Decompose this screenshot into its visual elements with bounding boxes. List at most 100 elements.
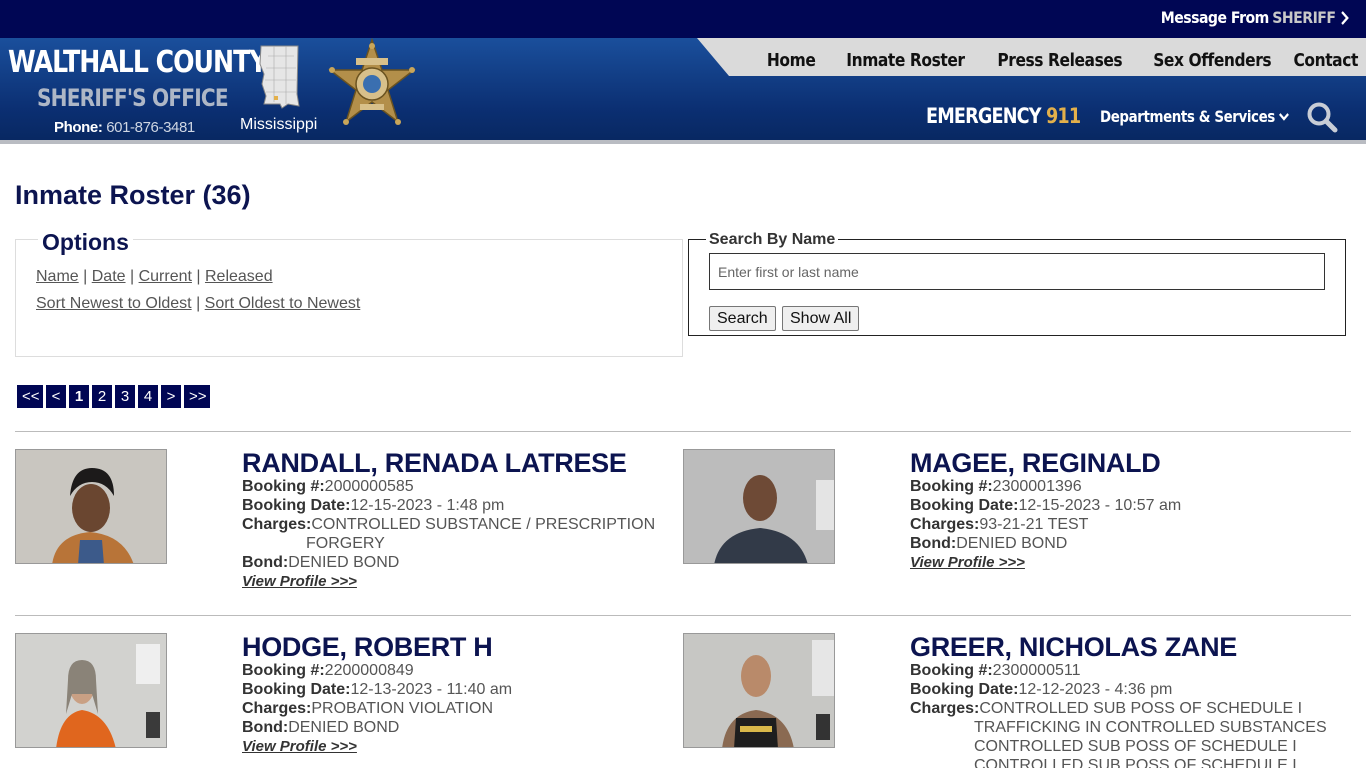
sort-by-name-link[interactable]: Name [36,268,79,285]
message-highlight: SHERIFF [1272,8,1337,27]
emergency-number: 911 [1046,104,1081,128]
emergency-label: EMERGENCY [926,104,1042,128]
view-profile-link[interactable]: View Profile >>> [242,573,357,590]
inmate-photo[interactable] [683,633,835,748]
nav-sex-offenders[interactable]: Sex Offenders [1153,50,1271,71]
inmate-name[interactable]: RANDALL, RENADA LATRESE [242,448,627,479]
booking-date-value: 12-15-2023 - 1:48 pm [350,497,505,514]
header-divider [0,140,1366,144]
search-icon[interactable] [1306,101,1338,133]
inmate-photo[interactable] [15,449,167,564]
booking-number: Booking #:2300001396 [910,477,1082,496]
sort-by-date-link[interactable]: Date [92,268,126,285]
inmate-photo[interactable] [15,633,167,748]
show-all-button[interactable]: Show All [782,306,860,331]
search-legend: Search By Name [706,231,839,249]
phone-label: Phone: [54,119,103,136]
sort-oldest-link[interactable]: Sort Oldest to Newest [205,295,361,312]
emergency-notice: EMERGENCY 911 [926,104,1081,128]
page-2-button[interactable]: 2 [92,385,112,408]
pagination: << < 1 2 3 4 > >> [17,385,210,408]
divider [15,615,1351,616]
booking-date: Booking Date:12-12-2023 - 4:36 pm [910,680,1172,699]
page-4-button[interactable]: 4 [138,385,158,408]
person-photo-icon [684,450,834,563]
inmate-photo[interactable] [683,449,835,564]
view-profile-link[interactable]: View Profile >>> [910,554,1025,571]
sort-newest-link[interactable]: Sort Newest to Oldest [36,295,192,312]
message-prefix: Message From [1161,8,1270,27]
filter-released-link[interactable]: Released [205,268,273,285]
booking-date-label: Booking Date: [910,497,1019,514]
booking-date-label: Booking Date: [242,681,351,698]
nav-contact[interactable]: Contact [1294,50,1359,71]
divider [15,431,1351,432]
booking-number-label: Booking #: [910,662,993,679]
chevron-down-icon [1279,112,1290,121]
chevron-right-icon [1341,10,1349,25]
search-name-input[interactable] [709,253,1325,290]
charge-item: CONTROLLED SUB POSS OF SCHEDULE I [974,757,1297,768]
top-bar: Message From SHERIFF [0,0,1366,38]
charge-item: FORGERY [306,535,385,552]
bond-value: DENIED BOND [288,719,400,736]
page-title: Inmate Roster (36) [15,180,251,210]
page-3-button[interactable]: 3 [115,385,135,408]
booking-date-value: 12-12-2023 - 4:36 pm [1018,681,1173,698]
booking-number-label: Booking #: [242,662,325,679]
nav-inmate-roster[interactable]: Inmate Roster [846,50,965,71]
charge-item: CONTROLLED SUBSTANCE / PRESCRIPTION [311,516,656,533]
site-title[interactable]: WALTHALL COUNTY [8,45,268,80]
booking-number-value: 2000000585 [324,478,414,495]
page-next-button[interactable]: > [161,385,181,408]
sort-field-links: Name | Date | Current | Released [36,268,273,285]
bond-value: DENIED BOND [956,535,1068,552]
inmate-name[interactable]: MAGEE, REGINALD [910,448,1161,479]
booking-number-label: Booking #: [910,478,993,495]
charges-label: Charges: [242,700,312,717]
person-photo-icon [684,634,834,747]
phone-number: Phone: 601-876-3481 [54,119,195,136]
view-profile-link[interactable]: View Profile >>> [242,738,357,755]
filter-current-link[interactable]: Current [139,268,192,285]
page-first-button[interactable]: << [17,385,43,408]
booking-number-value: 2300000511 [992,662,1081,679]
search-button[interactable]: Search [709,306,776,331]
page-last-button[interactable]: >> [184,385,210,408]
booking-date-label: Booking Date: [910,681,1019,698]
charges-label: Charges: [910,516,980,533]
charge-item: TRAFFICKING IN CONTROLLED SUBSTANCES [974,719,1327,736]
nav-home[interactable]: Home [767,50,816,71]
booking-date: Booking Date:12-15-2023 - 10:57 am [910,496,1181,515]
booking-date-label: Booking Date: [242,497,351,514]
charges-label: Charges: [910,700,980,717]
sheriff-badge-icon [327,38,417,125]
options-legend: Options [38,229,133,256]
booking-number-value: 2300001396 [992,478,1082,495]
inmate-name[interactable]: GREER, NICHOLAS ZANE [910,632,1237,663]
page-prev-button[interactable]: < [46,385,66,408]
booking-date-value: 12-15-2023 - 10:57 am [1018,497,1182,514]
message-from-sheriff-link[interactable]: Message From SHERIFF [1161,8,1350,27]
charge-item: 93-21-21 TEST [979,516,1089,533]
booking-date: Booking Date:12-15-2023 - 1:48 pm [242,496,504,515]
bond: Bond:DENIED BOND [910,534,1067,553]
booking-number: Booking #:2200000849 [242,661,414,680]
bond: Bond:DENIED BOND [242,718,399,737]
charges: Charges:93-21-21 TEST [910,515,1088,534]
charges-label: Charges: [242,516,312,533]
state-label: Mississippi [240,116,318,133]
charges: Charges:CONTROLLED SUBSTANCE / PRESCRIPT… [242,515,655,553]
departments-dropdown[interactable]: Departments & Services [1100,107,1290,126]
person-photo-icon [16,450,166,563]
main-nav: Home Inmate Roster Press Releases Sex Of… [767,50,1359,71]
nav-press-releases[interactable]: Press Releases [997,50,1122,71]
booking-date-value: 12-13-2023 - 11:40 am [350,681,513,698]
inmate-name[interactable]: HODGE, ROBERT H [242,632,493,663]
charges: Charges:PROBATION VIOLATION [242,699,493,718]
sort-order-links: Sort Newest to Oldest | Sort Oldest to N… [36,295,361,312]
bond: Bond:DENIED BOND [242,553,399,572]
charge-item: PROBATION VIOLATION [311,700,494,717]
page-1-button[interactable]: 1 [69,385,89,408]
bond-label: Bond: [242,719,289,736]
